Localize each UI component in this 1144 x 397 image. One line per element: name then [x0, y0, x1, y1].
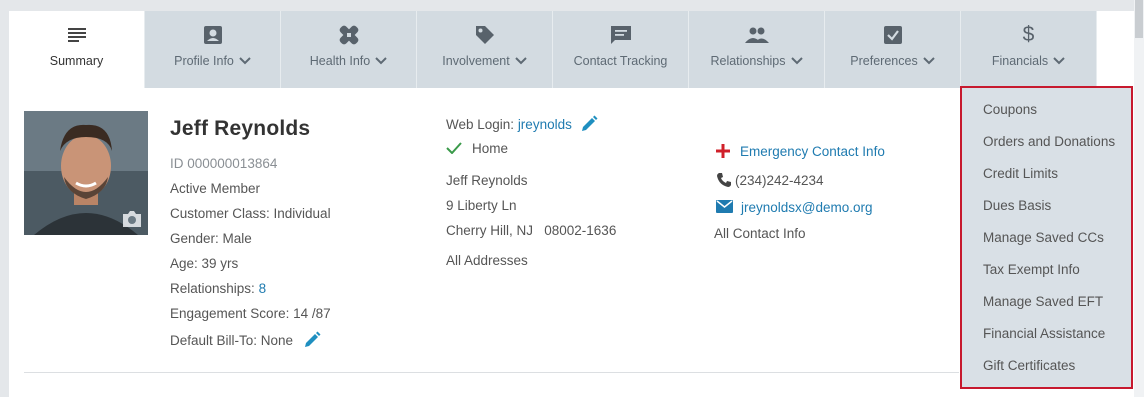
member-status: Active Member	[170, 181, 261, 196]
menu-item-orders-donations[interactable]: Orders and Donations	[983, 134, 1115, 149]
chevron-down-icon	[922, 57, 935, 65]
address-line-1: Jeff Reynolds	[446, 173, 528, 188]
vertical-scrollbar[interactable]	[1134, 0, 1144, 397]
section-divider	[24, 372, 959, 373]
tab-label: Preferences	[850, 54, 918, 68]
address-line-3: Cherry Hill, NJ 08002-1636	[446, 223, 617, 238]
plus-icon	[716, 144, 730, 161]
profile-card-icon	[203, 24, 223, 46]
phone-number: (234)242-4234	[735, 173, 824, 189]
chevron-down-icon	[375, 57, 387, 65]
people-icon	[744, 24, 769, 46]
web-login-link[interactable]: jreynolds	[518, 117, 572, 132]
emergency-contact-link[interactable]: Emergency Contact Info	[740, 144, 885, 159]
member-id: ID 000000013864	[170, 156, 278, 171]
menu-item-manage-saved-eft[interactable]: Manage Saved EFT	[983, 294, 1103, 309]
engagement-score: Engagement Score: 14 /87	[170, 306, 331, 321]
bandage-icon	[338, 24, 360, 46]
menu-item-gift-certificates[interactable]: Gift Certificates	[983, 358, 1075, 373]
menu-item-financial-assistance[interactable]: Financial Assistance	[983, 326, 1105, 341]
menu-item-manage-saved-ccs[interactable]: Manage Saved CCs	[983, 230, 1104, 245]
email-row: jreynoldsx@demo.org	[716, 200, 873, 216]
email-link[interactable]: jreynoldsx@demo.org	[741, 200, 873, 215]
chevron-down-icon	[239, 57, 251, 65]
all-addresses-link[interactable]: All Addresses	[446, 253, 528, 268]
web-login-label: Web Login:	[446, 117, 518, 133]
tag-icon	[474, 24, 496, 46]
tab-label: Contact Tracking	[573, 54, 668, 68]
menu-item-dues-basis[interactable]: Dues Basis	[983, 198, 1051, 213]
chevron-down-icon	[514, 57, 527, 65]
relationships-label: Relationships:	[170, 281, 259, 296]
menu-item-credit-limits[interactable]: Credit Limits	[983, 166, 1058, 181]
all-contact-info-link[interactable]: All Contact Info	[714, 226, 806, 241]
tab-label: Financials	[991, 54, 1049, 68]
tab-health-info[interactable]: Health Info	[281, 11, 417, 88]
financials-dropdown-menu: Coupons Orders and Donations Credit Limi…	[960, 86, 1133, 389]
tab-label: Summary	[49, 54, 104, 68]
relationships-count-link[interactable]: 8	[259, 281, 267, 296]
chevron-down-icon	[1053, 57, 1065, 65]
tab-financials[interactable]: $ Financials	[961, 11, 1097, 88]
camera-icon[interactable]	[121, 210, 143, 233]
age: Age: 39 yrs	[170, 256, 239, 271]
edit-login-pencil-icon[interactable]	[580, 115, 598, 136]
member-name: Jeff Reynolds	[170, 117, 311, 140]
envelope-icon	[716, 200, 733, 216]
checkbox-icon	[883, 24, 903, 46]
bill-to-row: Default Bill-To: None	[170, 331, 321, 352]
tab-contact-tracking[interactable]: Contact Tracking	[553, 11, 689, 88]
summary-lines-icon	[67, 24, 86, 46]
tab-label: Relationships	[710, 54, 786, 68]
tab-bar: Summary Profile Info Health Info Involve…	[9, 11, 1099, 88]
tab-relationships[interactable]: Relationships	[689, 11, 825, 88]
emergency-contact-row: Emergency Contact Info	[716, 144, 885, 161]
edit-bill-to-pencil-icon[interactable]	[303, 331, 321, 352]
tab-preferences[interactable]: Preferences	[825, 11, 961, 88]
menu-item-coupons[interactable]: Coupons	[983, 102, 1037, 117]
gender: Gender: Male	[170, 231, 252, 246]
chat-bubble-icon	[610, 24, 632, 46]
phone-icon	[716, 172, 732, 191]
address-line-2: 9 Liberty Ln	[446, 198, 517, 213]
checkmark-icon	[446, 142, 462, 157]
tab-label: Profile Info	[174, 54, 234, 68]
chevron-down-icon	[790, 57, 803, 65]
scrollbar-thumb[interactable]	[1135, 0, 1143, 38]
relationships-row: Relationships: 8	[170, 281, 266, 296]
tab-label: Involvement	[442, 54, 510, 68]
tab-summary[interactable]: Summary	[9, 11, 145, 88]
phone-row: (234)242-4234	[716, 172, 824, 191]
dollar-icon: $	[1022, 23, 1035, 46]
bill-to-label: Default Bill-To: None	[170, 333, 294, 349]
tab-label: Health Info	[309, 54, 371, 68]
address-type-row: Home	[446, 141, 508, 157]
address-type: Home	[472, 141, 509, 156]
tab-profile-info[interactable]: Profile Info	[145, 11, 281, 88]
menu-item-tax-exempt-info[interactable]: Tax Exempt Info	[983, 262, 1080, 277]
web-login-row: Web Login: jreynolds	[446, 115, 598, 136]
tab-involvement[interactable]: Involvement	[417, 11, 553, 88]
customer-class: Customer Class: Individual	[170, 206, 331, 221]
